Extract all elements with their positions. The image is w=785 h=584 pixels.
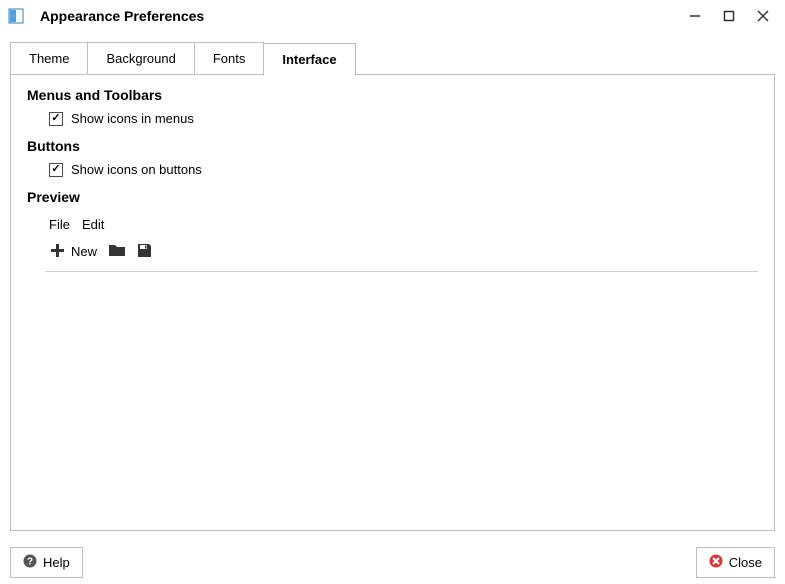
app-icon	[8, 8, 24, 24]
close-dialog-button[interactable]: Close	[696, 547, 775, 578]
help-button-label: Help	[43, 555, 70, 570]
preview-box: File Edit New	[45, 213, 758, 272]
option-show-icons-on-buttons[interactable]: Show icons on buttons	[49, 162, 758, 177]
content-area: Theme Background Fonts Interface Menus a…	[0, 32, 785, 539]
close-button-label: Close	[729, 555, 762, 570]
maximize-button[interactable]	[723, 10, 735, 22]
tab-interface[interactable]: Interface	[263, 43, 355, 76]
preview-toolbar-save[interactable]	[137, 243, 152, 261]
close-icon	[709, 554, 723, 571]
minimize-button[interactable]	[689, 10, 701, 22]
window-title: Appearance Preferences	[40, 8, 689, 24]
option-show-icons-in-menus[interactable]: Show icons in menus	[49, 111, 758, 126]
preview-toolbar: New	[45, 238, 758, 272]
tab-panel-interface: Menus and Toolbars Show icons in menus B…	[10, 74, 775, 531]
label-show-icons-in-menus: Show icons in menus	[71, 111, 194, 126]
window-controls	[689, 10, 777, 22]
checkbox-show-icons-on-buttons[interactable]	[49, 163, 63, 177]
preview-toolbar-new[interactable]: New	[49, 242, 97, 261]
help-icon: ?	[23, 554, 37, 571]
section-buttons-title: Buttons	[27, 138, 758, 154]
preview-menu-edit[interactable]: Edit	[82, 217, 104, 232]
preview-toolbar-open[interactable]	[109, 243, 125, 260]
plus-icon	[49, 242, 65, 261]
preview-menu-file[interactable]: File	[49, 217, 70, 232]
close-button[interactable]	[757, 10, 769, 22]
save-icon	[137, 243, 152, 261]
label-show-icons-on-buttons: Show icons on buttons	[71, 162, 202, 177]
section-menus-toolbars-title: Menus and Toolbars	[27, 87, 758, 103]
preview-menubar: File Edit	[45, 213, 758, 238]
help-button[interactable]: ? Help	[10, 547, 83, 578]
tab-theme[interactable]: Theme	[10, 42, 88, 75]
tabstrip: Theme Background Fonts Interface	[10, 42, 775, 75]
section-preview-title: Preview	[27, 189, 758, 205]
tab-background[interactable]: Background	[87, 42, 194, 75]
titlebar: Appearance Preferences	[0, 0, 785, 32]
preview-toolbar-new-label: New	[71, 244, 97, 259]
tab-fonts[interactable]: Fonts	[194, 42, 265, 75]
checkbox-show-icons-in-menus[interactable]	[49, 112, 63, 126]
footer: ? Help Close	[0, 539, 785, 584]
svg-text:?: ?	[27, 557, 33, 568]
folder-icon	[109, 243, 125, 260]
